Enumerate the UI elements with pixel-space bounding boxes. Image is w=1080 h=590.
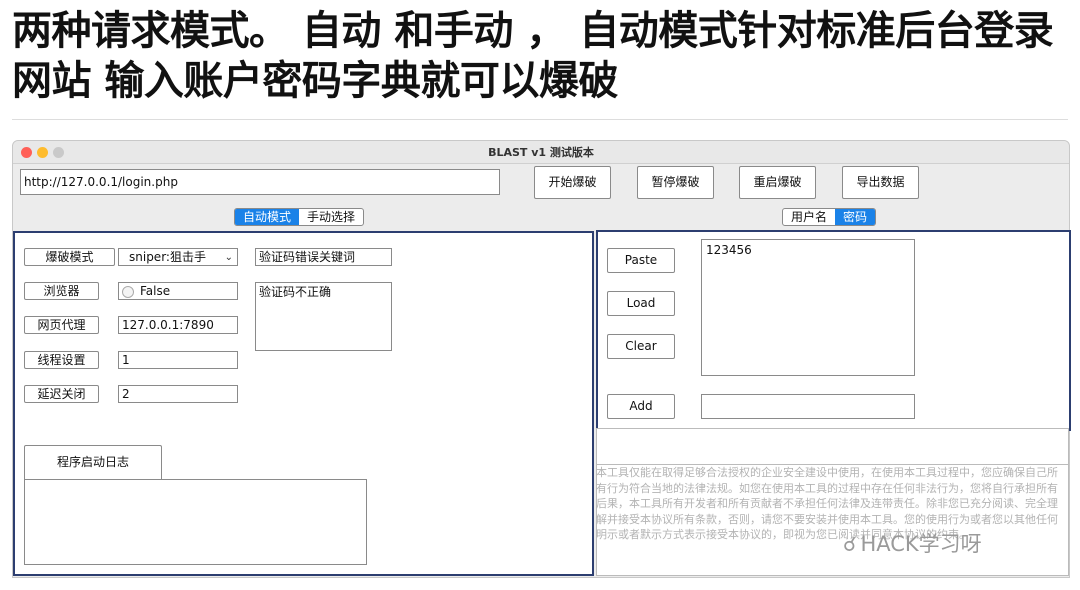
url-input[interactable]: http://127.0.0.1/login.php — [20, 169, 500, 195]
restart-blast-button[interactable]: 重启爆破 — [739, 166, 816, 199]
tab-manual-mode[interactable]: 手动选择 — [299, 209, 363, 225]
settings-panel: 爆破模式 sniper:狙击手 ⌄ 浏览器 False 网页代理 127.0.0… — [13, 231, 594, 576]
heading-line-2: 网站 输入账户密码字典就可以爆破 — [12, 58, 618, 104]
mode-select[interactable]: sniper:狙击手 ⌄ — [118, 248, 238, 266]
load-button[interactable]: Load — [607, 291, 675, 316]
threads-input[interactable]: 1 — [118, 351, 238, 369]
status-area — [596, 428, 1069, 466]
mode-label-button[interactable]: 爆破模式 — [24, 248, 115, 266]
dictionary-panel: Paste Load Clear Add 123456 — [596, 230, 1071, 431]
divider — [12, 119, 1068, 120]
title-bar: BLAST v1 测试版本 — [13, 141, 1069, 164]
startup-log-output[interactable] — [24, 479, 367, 565]
wechat-icon: ☌ — [843, 532, 857, 556]
chevron-down-icon: ⌄ — [224, 252, 233, 263]
threads-label-button[interactable]: 线程设置 — [24, 351, 99, 369]
dictionary-tabs: 用户名 密码 — [782, 208, 877, 226]
start-blast-button[interactable]: 开始爆破 — [534, 166, 611, 199]
browser-value: False — [140, 284, 171, 298]
mode-select-value: sniper:狙击手 — [129, 250, 206, 264]
tab-password[interactable]: 密码 — [835, 209, 876, 225]
browser-toggle[interactable]: False — [118, 282, 238, 300]
radio-icon — [122, 285, 134, 298]
clear-button[interactable]: Clear — [607, 334, 675, 359]
export-data-button[interactable]: 导出数据 — [842, 166, 919, 199]
watermark-text: HACK学习呀 — [860, 532, 982, 556]
password-list[interactable]: 123456 — [701, 239, 915, 376]
delay-label-button[interactable]: 延迟关闭 — [24, 385, 99, 403]
proxy-label-button[interactable]: 网页代理 — [24, 316, 99, 334]
proxy-input[interactable]: 127.0.0.1:7890 — [118, 316, 238, 334]
window-title: BLAST v1 测试版本 — [488, 146, 594, 159]
tab-username[interactable]: 用户名 — [783, 209, 835, 225]
startup-log-button[interactable]: 程序启动日志 — [24, 445, 162, 480]
add-button[interactable]: Add — [607, 394, 675, 419]
pause-blast-button[interactable]: 暂停爆破 — [637, 166, 714, 199]
tab-auto-mode[interactable]: 自动模式 — [235, 209, 300, 225]
paste-button[interactable]: Paste — [607, 248, 675, 273]
article-heading: 两种请求模式。 自动 和手动 ， 自动模式针对标准后台登录 网站 输入账户密码字… — [12, 6, 1072, 106]
disclaimer-text: 本工具仅能在取得足够合法授权的企业安全建设中使用，在使用本工具过程中，您应确保自… — [596, 466, 1058, 541]
delay-input[interactable]: 2 — [118, 385, 238, 403]
captcha-keyword-label: 验证码错误关键词 — [255, 248, 392, 266]
mode-tabs: 自动模式 手动选择 — [234, 208, 365, 226]
add-entry-input[interactable] — [701, 394, 915, 419]
heading-line-1: 两种请求模式。 自动 和手动 ， 自动模式针对标准后台登录 — [12, 8, 1054, 54]
watermark: ☌ HACK学习呀 — [843, 528, 982, 558]
browser-label-button[interactable]: 浏览器 — [24, 282, 99, 300]
captcha-keyword-input[interactable]: 验证码不正确 — [255, 282, 392, 351]
